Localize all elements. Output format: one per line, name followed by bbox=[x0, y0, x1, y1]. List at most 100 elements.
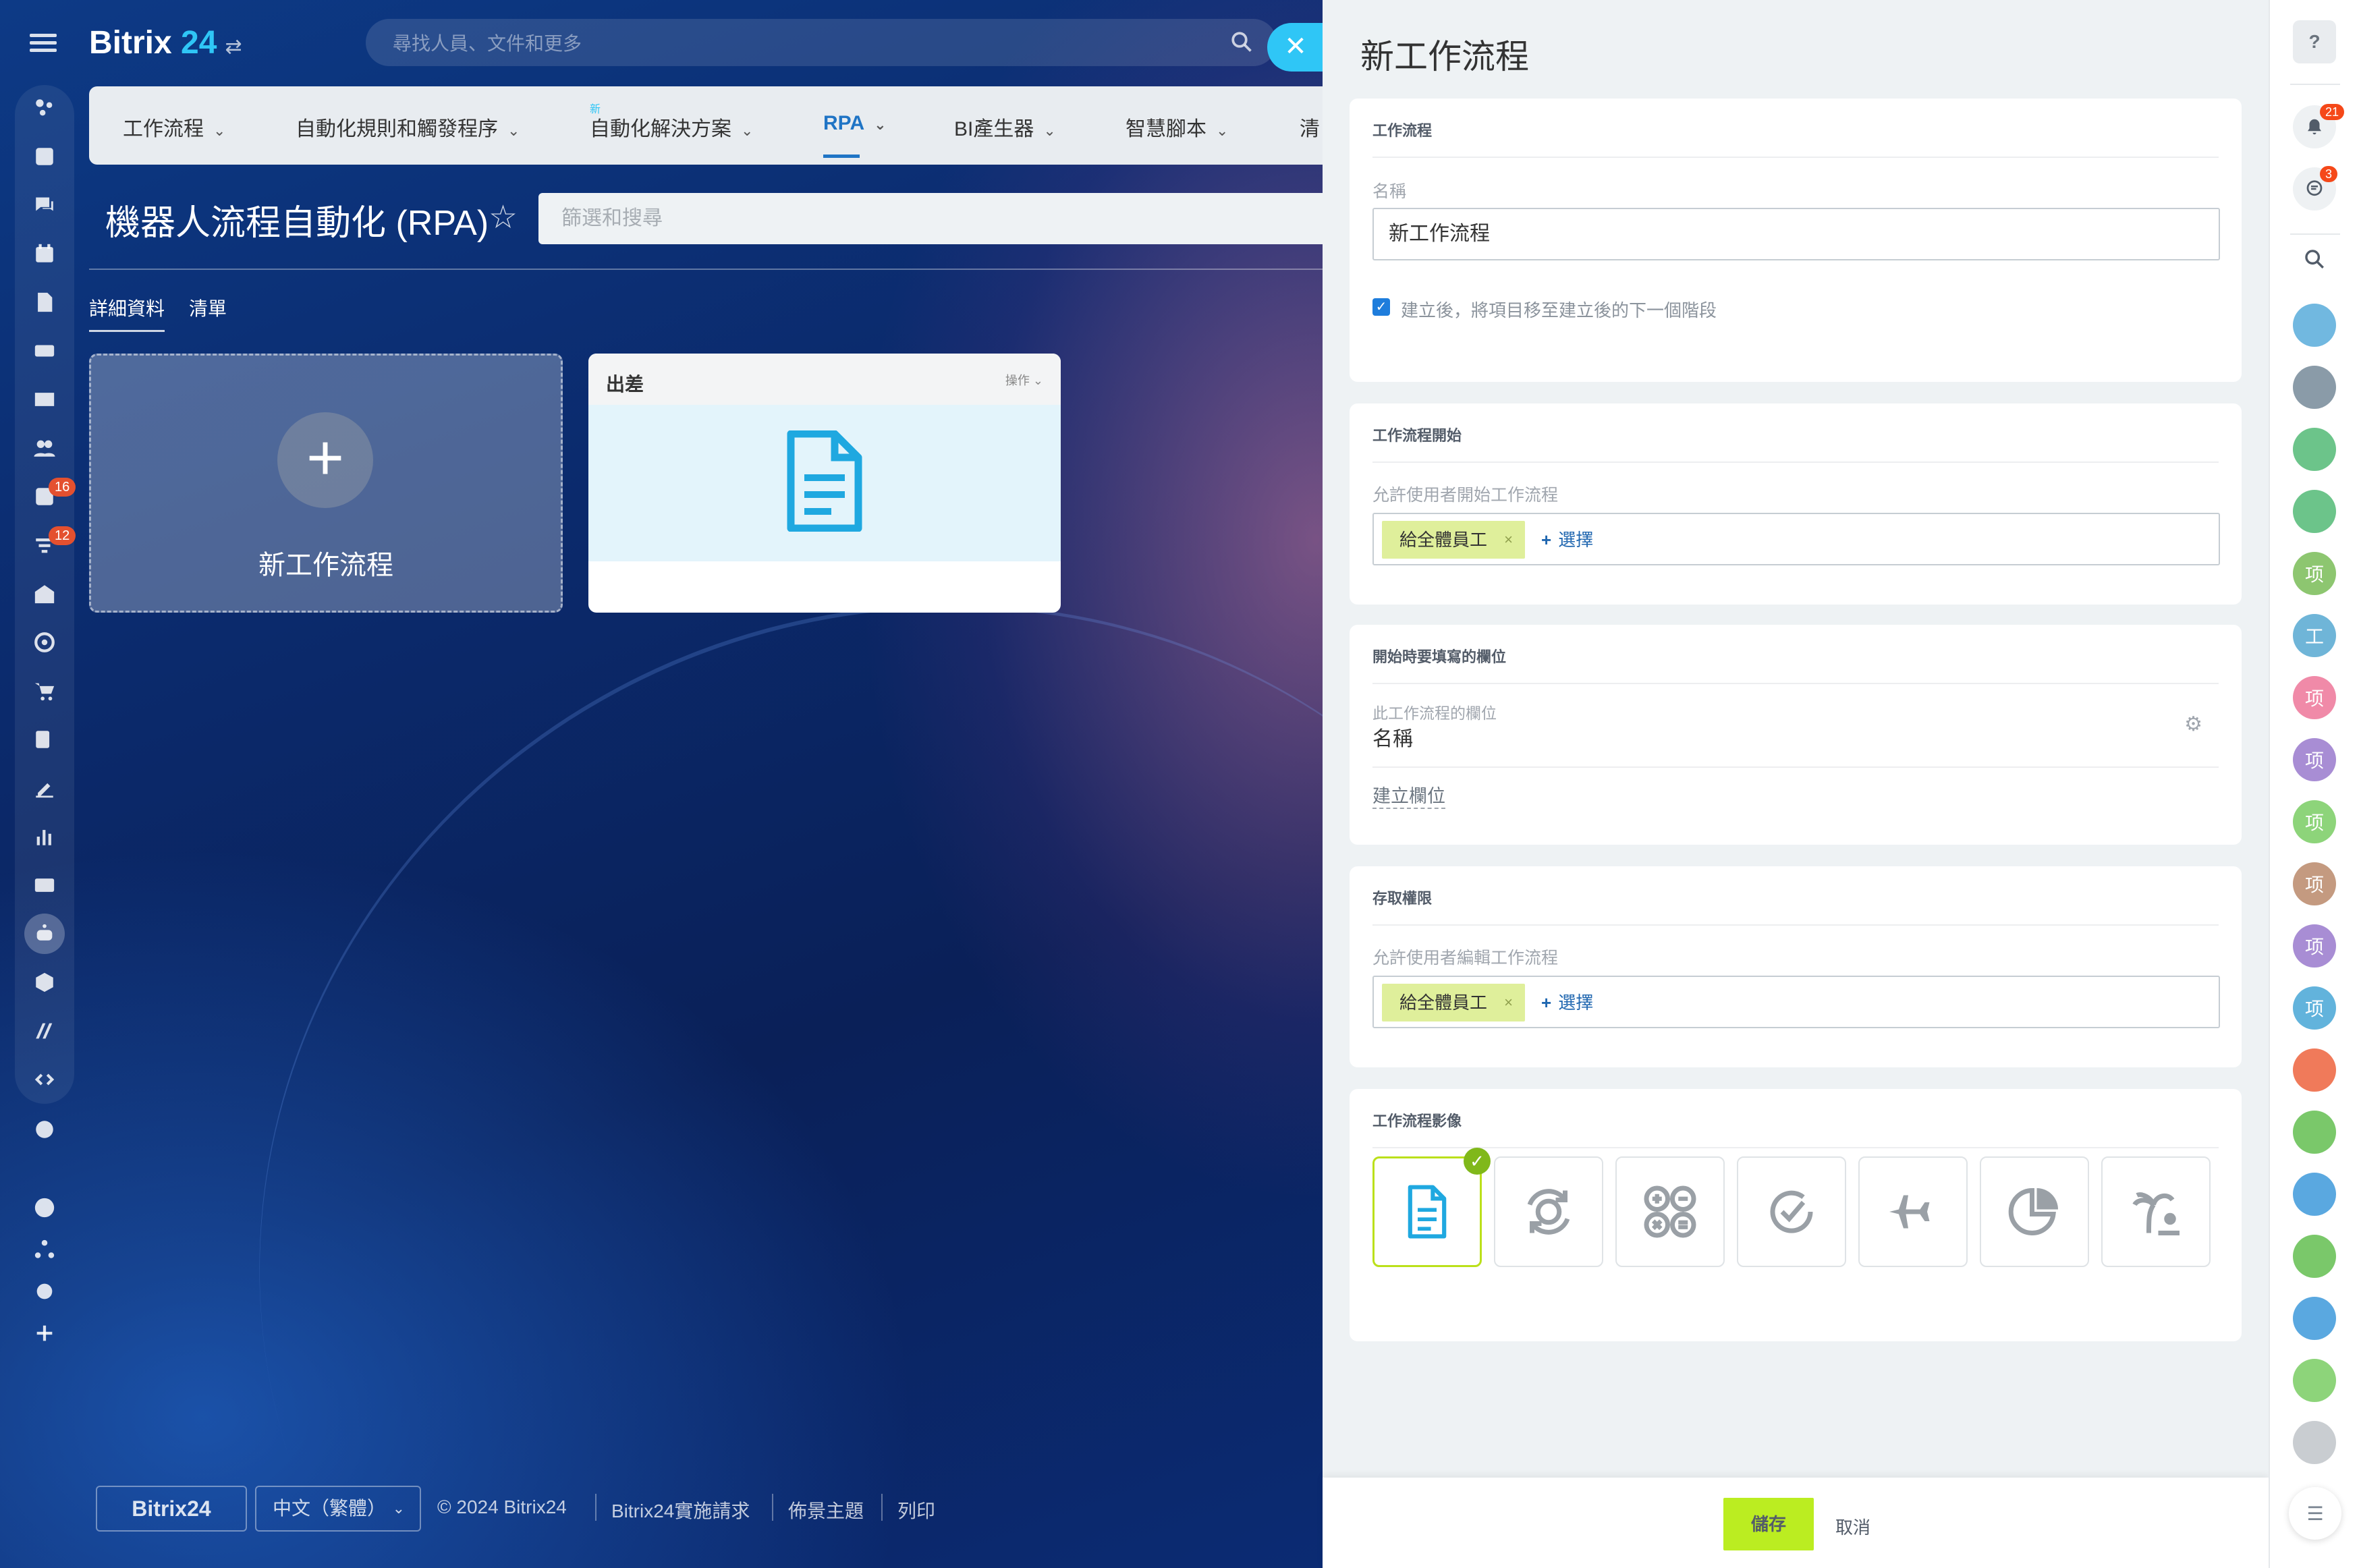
automation-icon[interactable] bbox=[24, 914, 65, 954]
name-label: 名稱 bbox=[1372, 182, 1407, 201]
developer-icon[interactable] bbox=[24, 1059, 65, 1100]
recent-chat-avatar[interactable] bbox=[2293, 1359, 2336, 1402]
recent-chat-avatar[interactable] bbox=[2293, 1173, 2336, 1216]
footer-print[interactable]: 列印 bbox=[897, 1496, 935, 1523]
recent-chat-avatar[interactable] bbox=[2293, 428, 2336, 471]
image-option-document[interactable]: ✓ bbox=[1372, 1148, 1491, 1267]
forms-icon[interactable] bbox=[24, 719, 65, 760]
recent-chat-avatar[interactable] bbox=[2293, 1297, 2336, 1340]
remove-tag-icon[interactable]: × bbox=[1504, 521, 1513, 559]
shop-icon[interactable] bbox=[24, 671, 65, 711]
activity-stream-icon[interactable] bbox=[24, 88, 65, 128]
recent-chat-avatar[interactable]: 项 bbox=[2293, 552, 2336, 595]
select-button[interactable]: + 選擇 bbox=[1541, 989, 1593, 1014]
tab-workflow[interactable]: 工作流程 ⌄ bbox=[123, 112, 225, 142]
footer-themes[interactable]: 佈景主題 bbox=[788, 1496, 864, 1523]
start-permissions-selector[interactable]: 給全體員工 × + 選擇 bbox=[1372, 513, 2220, 565]
image-option-check-refresh[interactable] bbox=[1737, 1156, 1846, 1267]
image-option-pie-chart[interactable] bbox=[1980, 1156, 2089, 1267]
recent-chat-avatar[interactable]: 项 bbox=[2293, 800, 2336, 843]
goals-icon[interactable] bbox=[24, 622, 65, 663]
image-option-gear-sync[interactable] bbox=[1494, 1156, 1603, 1267]
sign-icon[interactable] bbox=[24, 768, 65, 808]
section-title: 工作流程影像 bbox=[1372, 1113, 1462, 1129]
cancel-button[interactable]: 取消 bbox=[1835, 1514, 1870, 1539]
footer-implementation-request[interactable]: Bitrix24實施請求 bbox=[611, 1496, 750, 1523]
image-option-palm-tree[interactable] bbox=[2101, 1156, 2211, 1267]
edit-permissions-selector[interactable]: 給全體員工 × + 選擇 bbox=[1372, 976, 2220, 1028]
tab-rpa[interactable]: RPA ⌄ bbox=[823, 112, 887, 158]
search-input[interactable]: 尋找人員、文件和更多 bbox=[366, 19, 1277, 66]
select-button[interactable]: + 選擇 bbox=[1541, 526, 1593, 551]
chat-icon[interactable] bbox=[24, 185, 65, 225]
switch-icon[interactable]: ⇄ bbox=[225, 36, 242, 58]
new-workflow-card[interactable]: + 新工作流程 bbox=[89, 354, 563, 613]
more-icon[interactable] bbox=[24, 1109, 65, 1150]
recent-chat-avatar[interactable] bbox=[2293, 1421, 2336, 1464]
analytics-icon[interactable] bbox=[24, 816, 65, 857]
language-select[interactable]: 中文（繁體） ⌄ bbox=[255, 1486, 421, 1532]
tab-automation-rules[interactable]: 自動化規則和觸發程序 ⌄ bbox=[296, 112, 520, 142]
add-icon[interactable] bbox=[24, 1313, 65, 1353]
settings-icon[interactable] bbox=[24, 1271, 65, 1312]
create-field-link[interactable]: 建立欄位 bbox=[1372, 781, 1445, 809]
allow-edit-label: 允許使用者編輯工作流程 bbox=[1372, 949, 1559, 968]
footer-logo[interactable]: Bitrix24 bbox=[96, 1486, 247, 1532]
recent-chat-avatar[interactable]: 工 bbox=[2293, 614, 2336, 657]
menu-icon[interactable] bbox=[30, 30, 57, 57]
name-input[interactable]: 新工作流程 bbox=[1372, 208, 2220, 260]
mail-icon[interactable] bbox=[24, 379, 65, 420]
company-icon[interactable] bbox=[24, 573, 65, 614]
tab-smart-scripts[interactable]: 智慧腳本 ⌄ bbox=[1126, 112, 1228, 142]
help-icon[interactable] bbox=[24, 1187, 65, 1228]
help-icon[interactable]: ? bbox=[2293, 20, 2336, 63]
divider bbox=[1372, 924, 2219, 926]
business-trip-card[interactable]: 出差 操作 ⌄ bbox=[588, 354, 1061, 613]
recent-chat-avatar[interactable] bbox=[2293, 366, 2336, 409]
recent-chat-avatar[interactable] bbox=[2293, 1235, 2336, 1278]
divider bbox=[1372, 461, 2219, 463]
chat-badge: 3 bbox=[2320, 166, 2338, 182]
search-icon[interactable] bbox=[2293, 237, 2336, 281]
feed-icon[interactable] bbox=[24, 136, 65, 177]
search-icon[interactable] bbox=[1229, 30, 1254, 54]
image-option-airplane[interactable] bbox=[1858, 1156, 1968, 1267]
move-stage-checkbox[interactable]: ✓ bbox=[1372, 298, 1390, 316]
recent-chat-avatar[interactable]: 项 bbox=[2293, 676, 2336, 719]
marketing-icon[interactable] bbox=[24, 1011, 65, 1051]
recent-chat-avatar[interactable]: 项 bbox=[2293, 738, 2336, 781]
tab-list[interactable]: 清單 bbox=[189, 294, 227, 321]
recent-chat-avatar[interactable] bbox=[2293, 1048, 2336, 1092]
tab-automation-solutions[interactable]: 自動化解決方案 ⌄ bbox=[590, 112, 753, 142]
save-button[interactable]: 儲存 bbox=[1723, 1498, 1814, 1550]
recent-chat-avatar[interactable] bbox=[2293, 490, 2336, 533]
recent-chat-avatar[interactable]: 项 bbox=[2293, 986, 2336, 1030]
remove-tag-icon[interactable]: × bbox=[1504, 984, 1513, 1021]
close-slider-button[interactable]: ✕ bbox=[1267, 23, 1324, 72]
divider bbox=[2290, 84, 2340, 85]
sitemap-icon[interactable] bbox=[24, 1229, 65, 1270]
documents-icon[interactable] bbox=[24, 282, 65, 323]
tab-bi-builder[interactable]: BI產生器 ⌄ bbox=[954, 112, 1056, 142]
calendar-icon[interactable] bbox=[24, 233, 65, 274]
filter-search-input[interactable]: 篩選和搜尋 bbox=[538, 193, 1335, 244]
drive-icon[interactable] bbox=[24, 331, 65, 371]
inventory-icon[interactable] bbox=[24, 962, 65, 1003]
image-option-calculator[interactable] bbox=[1615, 1156, 1725, 1267]
recent-chat-avatar[interactable] bbox=[2293, 1111, 2336, 1154]
tab-details[interactable]: 詳細資料 bbox=[89, 294, 165, 332]
contacts-icon[interactable] bbox=[24, 865, 65, 905]
star-icon[interactable]: ☆ bbox=[489, 198, 518, 236]
divider bbox=[1372, 1147, 2219, 1148]
move-stage-label[interactable]: 建立後，將項目移至建立後的下一個階段 bbox=[1401, 297, 1717, 322]
gear-icon[interactable]: ⚙ bbox=[2184, 712, 2202, 736]
recent-chat-avatar[interactable]: 项 bbox=[2293, 862, 2336, 905]
tab-more[interactable]: 清 bbox=[1300, 112, 1320, 142]
workgroups-icon[interactable] bbox=[24, 428, 65, 468]
list-icon[interactable]: ☰ bbox=[2289, 1487, 2341, 1540]
card-actions[interactable]: 操作 ⌄ bbox=[1005, 371, 1043, 389]
bitrix24-logo[interactable]: Bitrix 24 ⇄ bbox=[89, 24, 242, 61]
section-title: 開始時要填寫的欄位 bbox=[1372, 648, 1507, 665]
recent-chat-avatar[interactable]: 项 bbox=[2293, 924, 2336, 968]
recent-chat-avatar[interactable] bbox=[2293, 304, 2336, 347]
